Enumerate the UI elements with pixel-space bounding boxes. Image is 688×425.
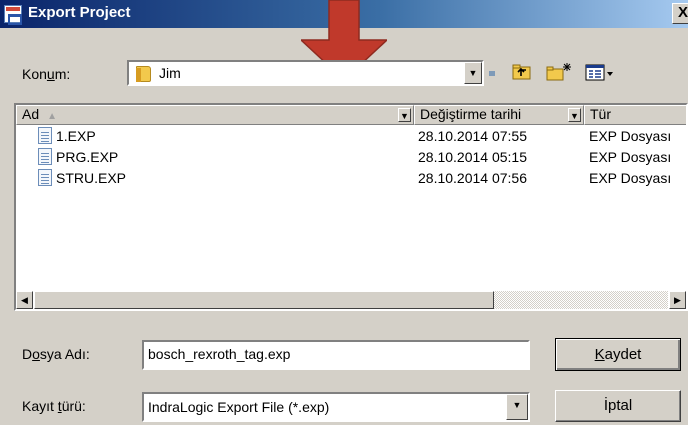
scroll-left-button[interactable]: ◀	[16, 291, 33, 309]
close-button[interactable]: X	[672, 3, 688, 24]
sort-ascending-icon: ▲	[47, 111, 58, 122]
up-folder-button[interactable]	[511, 62, 533, 88]
column-header-name[interactable]: Ad ▲ ▼	[16, 105, 414, 125]
filetype-combobox[interactable]: IndraLogic Export File (*.exp) ▼	[142, 392, 530, 422]
view-menu-button[interactable]	[585, 62, 617, 88]
column-dropdown-button[interactable]: ▼	[398, 108, 411, 122]
filename-input[interactable]: bosch_rexroth_tag.exp	[142, 340, 530, 370]
view-menu-icon	[585, 64, 613, 81]
separator-dot	[489, 71, 495, 76]
file-name: PRG.EXP	[56, 149, 119, 165]
column-dropdown-button[interactable]: ▼	[568, 108, 581, 122]
app-icon	[4, 5, 22, 25]
folder-icon	[136, 66, 151, 82]
scroll-right-button[interactable]: ▶	[669, 291, 686, 309]
column-header-type[interactable]: Tür	[584, 105, 686, 125]
new-folder-button[interactable]	[545, 62, 573, 88]
horizontal-scrollbar[interactable]: ◀ ▶	[16, 291, 686, 309]
file-type: EXP Dosyası	[589, 170, 672, 186]
list-item[interactable]: PRG.EXP 28.10.2014 05:15 EXP Dosyası	[16, 147, 686, 167]
filetype-value: IndraLogic Export File (*.exp)	[148, 399, 330, 415]
filename-label: Dosya Adı:	[22, 346, 90, 362]
window-title: Export Project	[28, 4, 131, 21]
save-button[interactable]: Kaydet	[555, 338, 681, 371]
file-modified: 28.10.2014 07:55	[418, 128, 527, 144]
list-item[interactable]: 1.EXP 28.10.2014 07:55 EXP Dosyası	[16, 126, 686, 146]
list-item[interactable]: STRU.EXP 28.10.2014 07:56 EXP Dosyası	[16, 168, 686, 188]
location-label: Konum:	[22, 66, 71, 82]
new-folder-icon	[546, 63, 571, 81]
location-combobox[interactable]: Jim ▼	[127, 60, 484, 86]
file-icon	[38, 148, 52, 165]
file-name: STRU.EXP	[56, 170, 127, 186]
file-modified: 28.10.2014 05:15	[418, 149, 527, 165]
file-icon	[38, 169, 52, 186]
file-name: 1.EXP	[56, 128, 96, 144]
file-icon	[38, 127, 52, 144]
file-type: EXP Dosyası	[589, 128, 672, 144]
column-header-modified[interactable]: Değiştirme tarihi ▼	[414, 105, 584, 125]
scrollbar-thumb[interactable]	[34, 291, 494, 309]
location-dropdown-button[interactable]: ▼	[464, 62, 482, 84]
filetype-label: Kayıt türü:	[22, 398, 86, 414]
filetype-dropdown-button[interactable]: ▼	[506, 394, 528, 420]
location-value: Jim	[159, 65, 181, 81]
file-modified: 28.10.2014 07:56	[418, 170, 527, 186]
up-folder-icon	[512, 64, 531, 80]
file-list[interactable]: Ad ▲ ▼ Değiştirme tarihi ▼ Tür 1.EXP 28.1…	[14, 103, 688, 311]
cancel-button[interactable]: İptal	[555, 390, 681, 422]
file-type: EXP Dosyası	[589, 149, 672, 165]
scrollbar-track[interactable]	[494, 291, 668, 309]
